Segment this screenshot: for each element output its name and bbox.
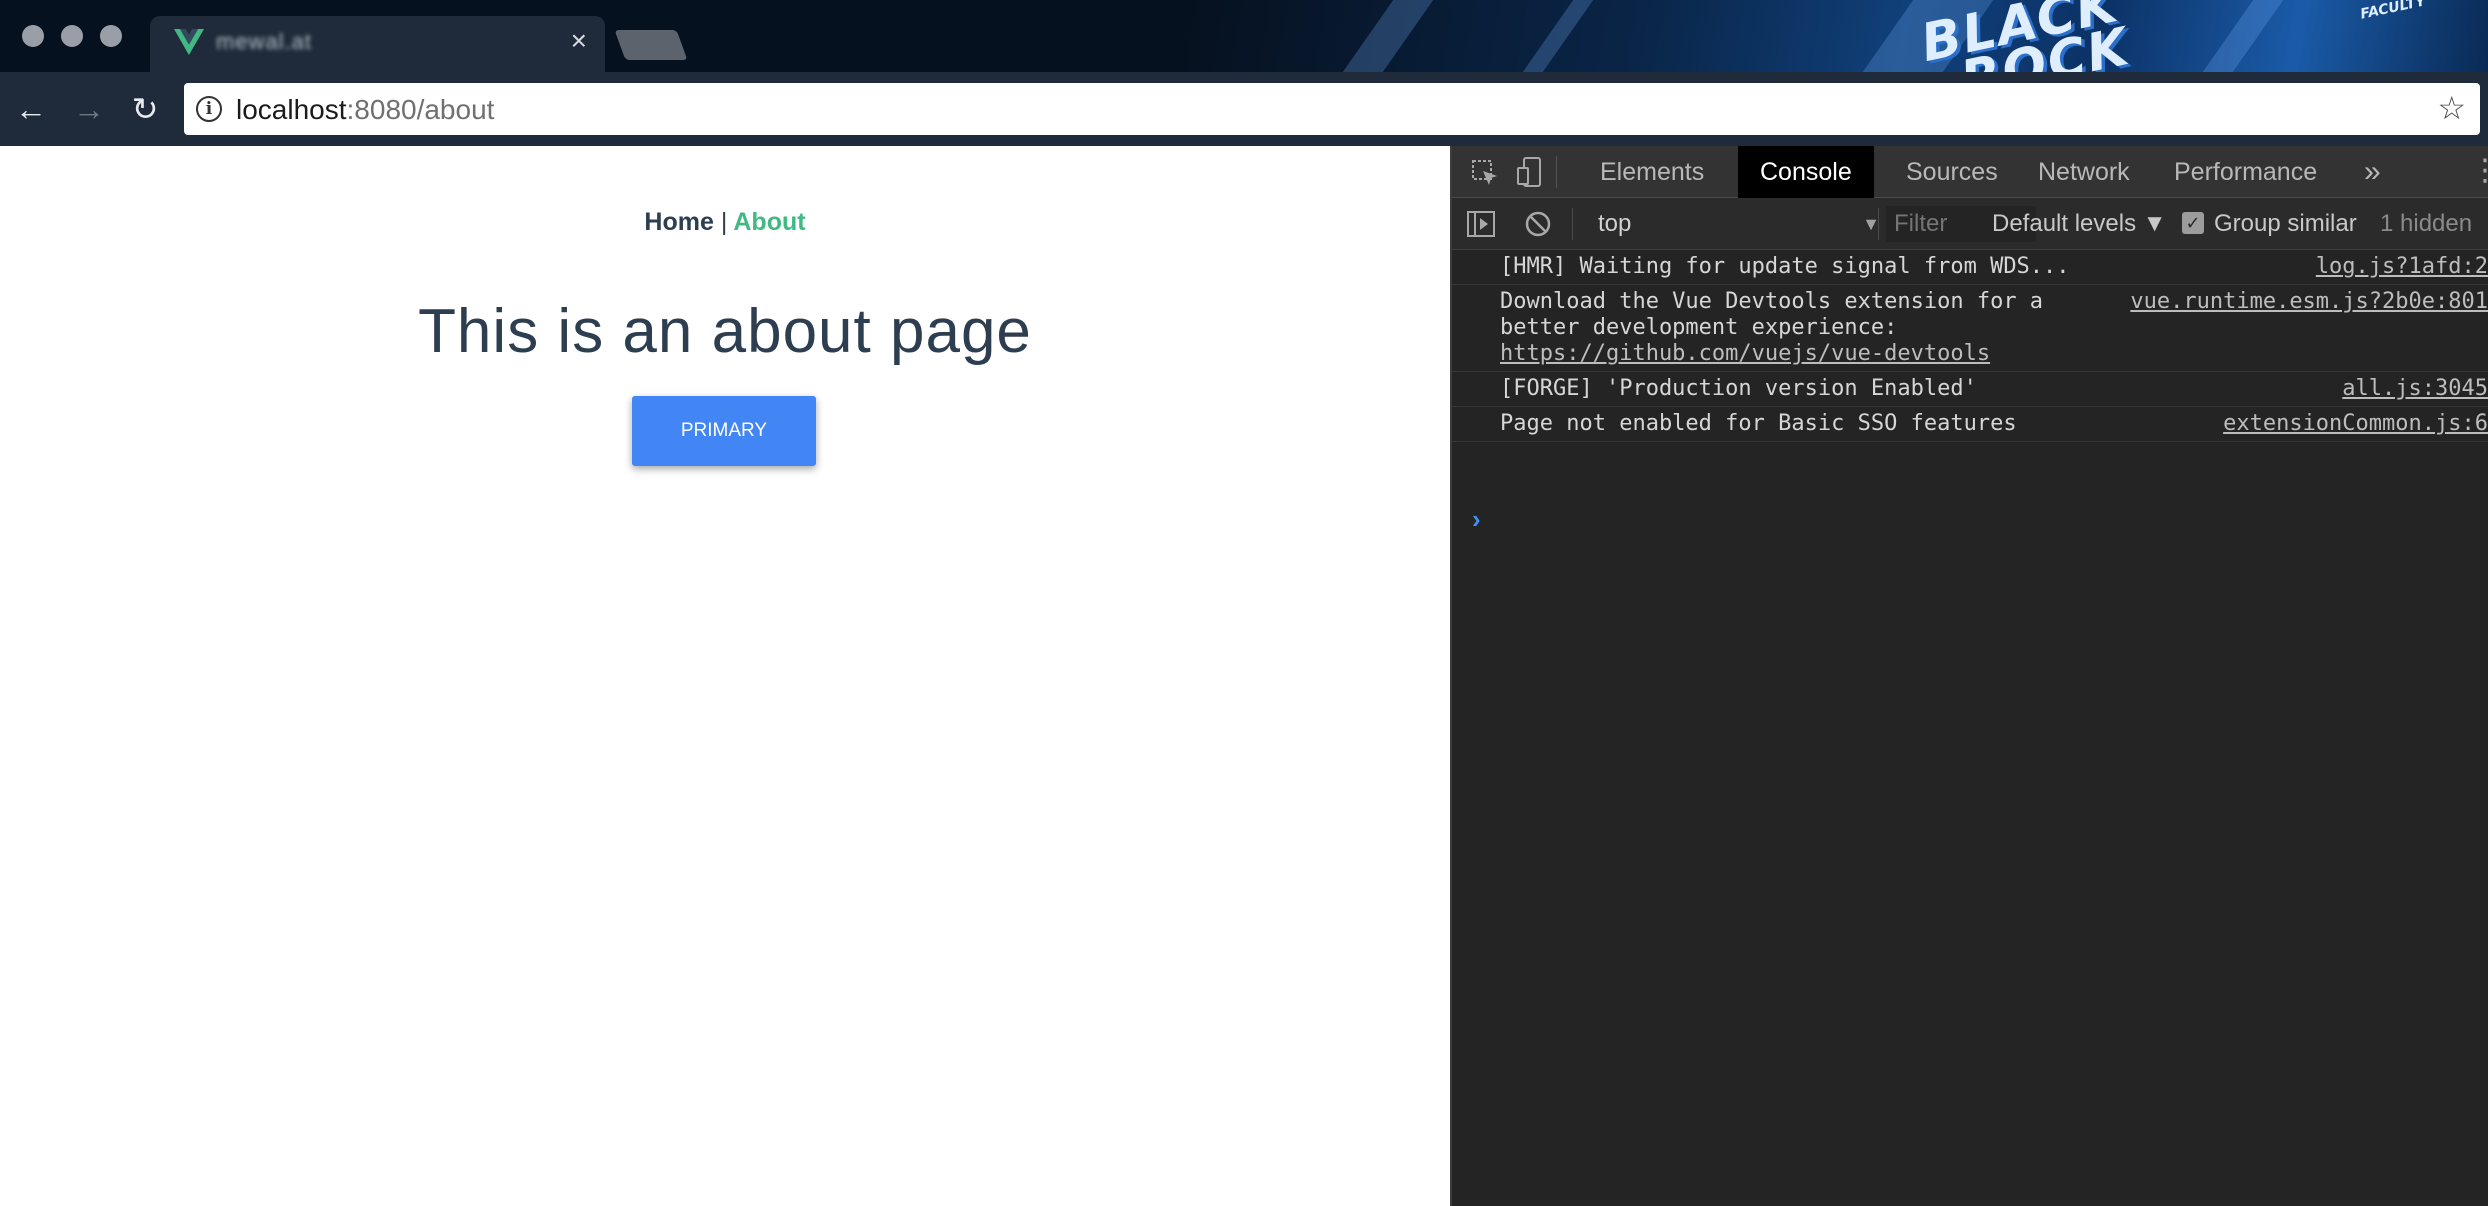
- browser-tabstrip: BLACK ROCK FACULTY mewal.at ×: [0, 0, 2488, 72]
- forward-arrow-icon[interactable]: →: [72, 92, 106, 126]
- message-source-link[interactable]: log.js?1afd:2: [2316, 254, 2488, 280]
- nav-link-home[interactable]: Home: [644, 208, 713, 236]
- url-host: localhost: [236, 94, 347, 125]
- tab-network[interactable]: Network: [2016, 146, 2152, 198]
- tab-close-icon[interactable]: ×: [571, 26, 587, 56]
- vue-logo-icon: [174, 29, 204, 55]
- message-text: [HMR] Waiting for update signal from WDS…: [1500, 254, 2070, 279]
- device-toolbar-icon[interactable]: [1516, 156, 1546, 188]
- sidebar-toggle-icon[interactable]: [1466, 210, 1496, 238]
- message-source-link[interactable]: vue.runtime.esm.js?2b0e:801: [2130, 289, 2488, 315]
- context-selector[interactable]: top ▼: [1598, 208, 1888, 240]
- window-minimize-dot[interactable]: [61, 25, 83, 47]
- console-message: Page not enabled for Basic SSO features …: [1452, 407, 2488, 442]
- message-url-link[interactable]: https://github.com/vuejs/vue-devtools: [1500, 341, 1990, 366]
- back-arrow-icon[interactable]: ←: [14, 92, 48, 126]
- log-levels-dropdown[interactable]: Default levels ▼: [1992, 208, 2167, 240]
- devtools-menu-icon[interactable]: ⋮: [2470, 154, 2488, 188]
- page-viewport: Home | About This is an about page PRIMA…: [0, 146, 1450, 1206]
- message-text: [FORGE] 'Production version Enabled': [1500, 376, 1977, 401]
- browser-tab-active[interactable]: mewal.at ×: [150, 16, 605, 72]
- reload-icon[interactable]: ↻: [128, 92, 162, 126]
- clear-console-icon[interactable]: [1524, 210, 1552, 238]
- console-message: Download the Vue Devtools extension for …: [1452, 285, 2488, 372]
- bookmark-star-icon[interactable]: ☆: [2437, 91, 2466, 125]
- theme-banner-image: [1188, 0, 2488, 72]
- tab-console[interactable]: Console: [1738, 146, 1874, 198]
- primary-button[interactable]: PRIMARY: [632, 396, 816, 466]
- message-source-link[interactable]: all.js:3045: [2342, 376, 2488, 402]
- nav-link-about[interactable]: About: [733, 208, 805, 236]
- url-path: :8080/about: [346, 94, 495, 125]
- console-prompt[interactable]: ›: [1472, 504, 1481, 535]
- inspect-element-icon[interactable]: [1470, 158, 1500, 188]
- url-text[interactable]: localhost:8080/about: [236, 95, 494, 125]
- console-message: [HMR] Waiting for update signal from WDS…: [1452, 250, 2488, 285]
- message-source-link[interactable]: extensionCommon.js:6: [2223, 411, 2488, 437]
- window-zoom-dot[interactable]: [100, 25, 122, 47]
- tab-title: mewal.at: [216, 29, 313, 54]
- console-filterbar: top ▼ Default levels ▼ ✓ Group similar 1…: [1452, 198, 2488, 250]
- context-value: top: [1598, 210, 1632, 237]
- tab-elements[interactable]: Elements: [1578, 146, 1726, 198]
- info-icon[interactable]: i: [196, 96, 222, 122]
- group-similar-label: Group similar: [2214, 210, 2357, 237]
- console-messages: [HMR] Waiting for update signal from WDS…: [1452, 250, 2488, 442]
- tab-performance[interactable]: Performance: [2152, 146, 2339, 198]
- address-bar[interactable]: i localhost:8080/about ☆: [184, 83, 2480, 135]
- window-close-dot[interactable]: [22, 25, 44, 47]
- console-message: [FORGE] 'Production version Enabled' all…: [1452, 372, 2488, 407]
- group-similar-checkbox[interactable]: ✓: [2182, 212, 2204, 234]
- browser-toolbar: ← → ↻ i localhost:8080/about ☆: [0, 72, 2488, 146]
- tab-sources[interactable]: Sources: [1884, 146, 2020, 198]
- new-tab-button[interactable]: [614, 30, 688, 60]
- more-tabs-icon[interactable]: »: [2342, 146, 2403, 198]
- page-nav: Home | About: [0, 208, 1450, 237]
- message-text: Page not enabled for Basic SSO features: [1500, 411, 2017, 436]
- devtools-tabbar: Elements Console Sources Network Perform…: [1452, 146, 2488, 198]
- page-heading: This is an about page: [418, 297, 1032, 366]
- devtools-panel: Elements Console Sources Network Perform…: [1450, 146, 2488, 1206]
- nav-separator: |: [720, 208, 728, 236]
- hidden-count: 1 hidden: [2380, 210, 2473, 237]
